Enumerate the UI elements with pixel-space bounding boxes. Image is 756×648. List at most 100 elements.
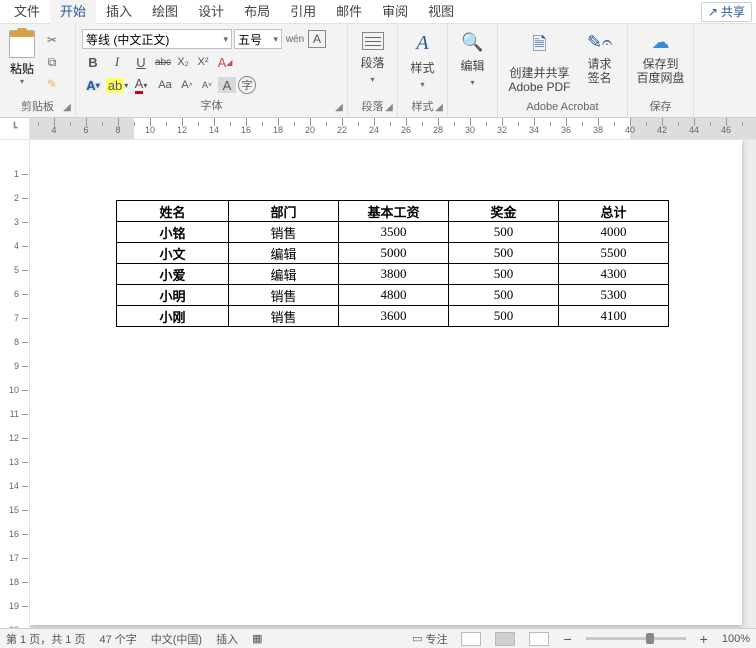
italic-button[interactable]: I: [106, 52, 128, 72]
table-cell[interactable]: 4300: [559, 264, 669, 285]
paste-dropdown-icon: ▾: [20, 77, 24, 86]
bold-button[interactable]: B: [82, 52, 104, 72]
group-editing-label: [452, 99, 493, 115]
table-row[interactable]: 小文编辑50005005500: [117, 243, 669, 264]
underline-button[interactable]: U: [130, 52, 152, 72]
table-cell[interactable]: 销售: [229, 306, 339, 327]
dropdown-icon: ▾: [470, 78, 474, 87]
table-row[interactable]: 小明销售48005005300: [117, 285, 669, 306]
table-cell[interactable]: 小明: [117, 285, 229, 306]
table-cell[interactable]: 小文: [117, 243, 229, 264]
table-cell[interactable]: 编辑: [229, 243, 339, 264]
share-button[interactable]: ↗ 共享: [701, 2, 752, 22]
table-row[interactable]: 小爱编辑38005004300: [117, 264, 669, 285]
table-cell[interactable]: 小刚: [117, 306, 229, 327]
subscript-button[interactable]: X₂: [174, 52, 192, 72]
table-cell[interactable]: 销售: [229, 222, 339, 243]
create-share-pdf-button[interactable]: 🗎 创建并共享 Adobe PDF: [504, 26, 576, 95]
enclose-char-button[interactable]: 字: [238, 76, 256, 94]
font-size-combo[interactable]: 五号▾: [234, 29, 282, 49]
highlight-button[interactable]: ab▾: [106, 75, 128, 95]
table-cell[interactable]: 小铭: [117, 222, 229, 243]
table-cell[interactable]: 3800: [339, 264, 449, 285]
menu-home[interactable]: 开始: [50, 0, 96, 24]
table-cell[interactable]: 编辑: [229, 264, 339, 285]
char-border-button[interactable]: A: [308, 30, 326, 48]
table-cell[interactable]: 500: [449, 285, 559, 306]
superscript-button[interactable]: X²: [194, 52, 212, 72]
print-layout-button[interactable]: [495, 632, 515, 646]
table-header[interactable]: 姓名: [117, 201, 229, 222]
table-row[interactable]: 小刚销售36005004100: [117, 306, 669, 327]
menu-mailings[interactable]: 邮件: [326, 0, 372, 24]
clear-format-button[interactable]: A◢: [214, 52, 236, 72]
font-name-combo[interactable]: 等线 (中文正文)▾: [82, 29, 232, 49]
clipboard-dialog-launcher[interactable]: ◢: [61, 103, 73, 115]
format-painter-button[interactable]: ✎: [44, 76, 60, 92]
text-effects-button[interactable]: A▾: [82, 75, 104, 95]
char-shading-button[interactable]: A: [218, 77, 236, 93]
table-header[interactable]: 部门: [229, 201, 339, 222]
paste-button[interactable]: 粘贴 ▾: [4, 26, 40, 86]
status-page[interactable]: 第 1 页，共 1 页: [6, 631, 85, 647]
menu-view[interactable]: 视图: [418, 0, 464, 24]
menu-file[interactable]: 文件: [4, 0, 50, 24]
menu-draw[interactable]: 绘图: [142, 0, 188, 24]
styles-dialog-launcher[interactable]: ◢: [433, 103, 445, 115]
status-language[interactable]: 中文(中国): [151, 631, 202, 647]
table-header[interactable]: 奖金: [449, 201, 559, 222]
document-canvas[interactable]: 姓名部门基本工资奖金总计 小铭销售35005004000小文编辑50005005…: [30, 140, 756, 630]
table-cell[interactable]: 500: [449, 264, 559, 285]
menu-review[interactable]: 审阅: [372, 0, 418, 24]
web-layout-button[interactable]: [529, 632, 549, 646]
salary-table[interactable]: 姓名部门基本工资奖金总计 小铭销售35005004000小文编辑50005005…: [116, 200, 669, 327]
save-baidu-button[interactable]: ☁ 保存到 百度网盘: [632, 26, 689, 86]
table-cell[interactable]: 5300: [559, 285, 669, 306]
table-header[interactable]: 总计: [559, 201, 669, 222]
zoom-level[interactable]: 100%: [722, 633, 750, 645]
table-cell[interactable]: 4100: [559, 306, 669, 327]
status-mode[interactable]: 插入: [216, 631, 238, 647]
status-words[interactable]: 47 个字: [99, 631, 136, 647]
table-cell[interactable]: 小爱: [117, 264, 229, 285]
group-font: 等线 (中文正文)▾ 五号▾ wén A B I U abc X₂ X² A◢ …: [76, 24, 348, 117]
change-case-button[interactable]: Aa: [154, 75, 176, 95]
table-cell[interactable]: 4000: [559, 222, 669, 243]
table-cell[interactable]: 500: [449, 222, 559, 243]
menu-design[interactable]: 设计: [188, 0, 234, 24]
styles-button[interactable]: A 样式 ▾: [402, 26, 443, 89]
table-row[interactable]: 小铭销售35005004000: [117, 222, 669, 243]
phonetic-guide-button[interactable]: wén: [284, 29, 306, 49]
paragraph-button[interactable]: 段落 ▾: [352, 26, 393, 84]
menu-layout[interactable]: 布局: [234, 0, 280, 24]
grow-font-button[interactable]: A˄: [178, 75, 196, 95]
table-cell[interactable]: 5500: [559, 243, 669, 264]
copy-button[interactable]: ⧉: [44, 54, 60, 70]
zoom-in-button[interactable]: +: [700, 631, 708, 647]
focus-mode-button[interactable]: ▭专注: [412, 631, 447, 647]
font-dialog-launcher[interactable]: ◢: [333, 103, 345, 115]
zoom-out-button[interactable]: −: [563, 631, 571, 647]
table-cell[interactable]: 500: [449, 306, 559, 327]
status-macro-icon[interactable]: ▦: [252, 632, 262, 645]
zoom-slider[interactable]: [586, 637, 686, 640]
strikethrough-button[interactable]: abc: [154, 52, 172, 72]
paragraph-dialog-launcher[interactable]: ◢: [383, 103, 395, 115]
read-mode-button[interactable]: [461, 632, 481, 646]
shrink-font-button[interactable]: A˅: [198, 75, 216, 95]
table-cell[interactable]: 500: [449, 243, 559, 264]
vertical-ruler[interactable]: 1234567891011121314151617181920: [0, 140, 30, 630]
request-signature-button[interactable]: ✎𝄐 请求 签名: [578, 26, 622, 86]
table-cell[interactable]: 销售: [229, 285, 339, 306]
menu-insert[interactable]: 插入: [96, 0, 142, 24]
editing-button[interactable]: 🔍 编辑 ▾: [452, 26, 493, 87]
table-cell[interactable]: 3600: [339, 306, 449, 327]
table-cell[interactable]: 3500: [339, 222, 449, 243]
cut-button[interactable]: ✂: [44, 32, 60, 48]
table-header[interactable]: 基本工资: [339, 201, 449, 222]
horizontal-ruler[interactable]: 2468101214161820222426283032343638404244…: [30, 118, 756, 139]
menu-references[interactable]: 引用: [280, 0, 326, 24]
table-cell[interactable]: 4800: [339, 285, 449, 306]
font-color-button[interactable]: A▾: [130, 75, 152, 95]
table-cell[interactable]: 5000: [339, 243, 449, 264]
